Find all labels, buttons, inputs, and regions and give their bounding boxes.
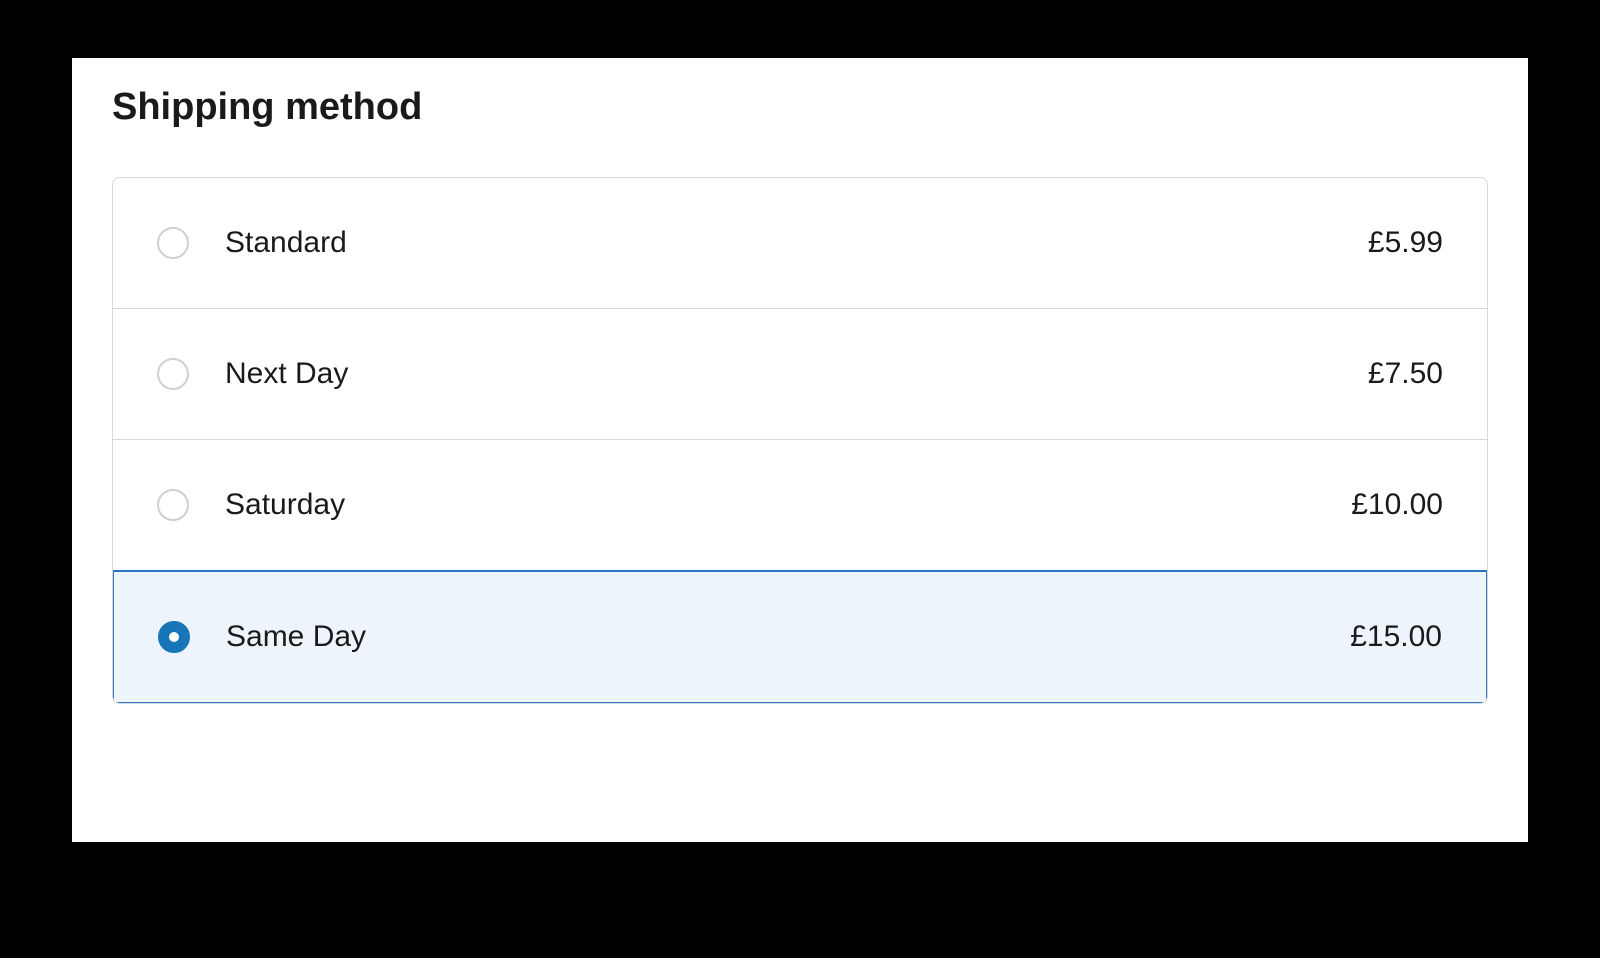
option-price: £7.50 — [1368, 357, 1443, 391]
option-price: £15.00 — [1350, 620, 1442, 654]
radio-icon — [157, 358, 189, 390]
option-price: £5.99 — [1368, 226, 1443, 260]
option-label: Saturday — [225, 488, 345, 522]
shipping-options-group: Standard £5.99 Next Day £7.50 Saturday £… — [112, 177, 1488, 704]
radio-icon — [158, 621, 190, 653]
shipping-option-saturday[interactable]: Saturday £10.00 — [113, 440, 1487, 571]
option-label: Same Day — [226, 620, 366, 654]
option-label: Next Day — [225, 357, 348, 391]
section-title: Shipping method — [112, 86, 1488, 129]
shipping-option-same-day[interactable]: Same Day £15.00 — [112, 570, 1488, 704]
option-label: Standard — [225, 226, 347, 260]
radio-icon — [157, 227, 189, 259]
radio-icon — [157, 489, 189, 521]
shipping-option-next-day[interactable]: Next Day £7.50 — [113, 309, 1487, 440]
option-price: £10.00 — [1351, 488, 1443, 522]
shipping-method-panel: Shipping method Standard £5.99 Next Day … — [72, 58, 1528, 842]
shipping-option-standard[interactable]: Standard £5.99 — [113, 178, 1487, 309]
